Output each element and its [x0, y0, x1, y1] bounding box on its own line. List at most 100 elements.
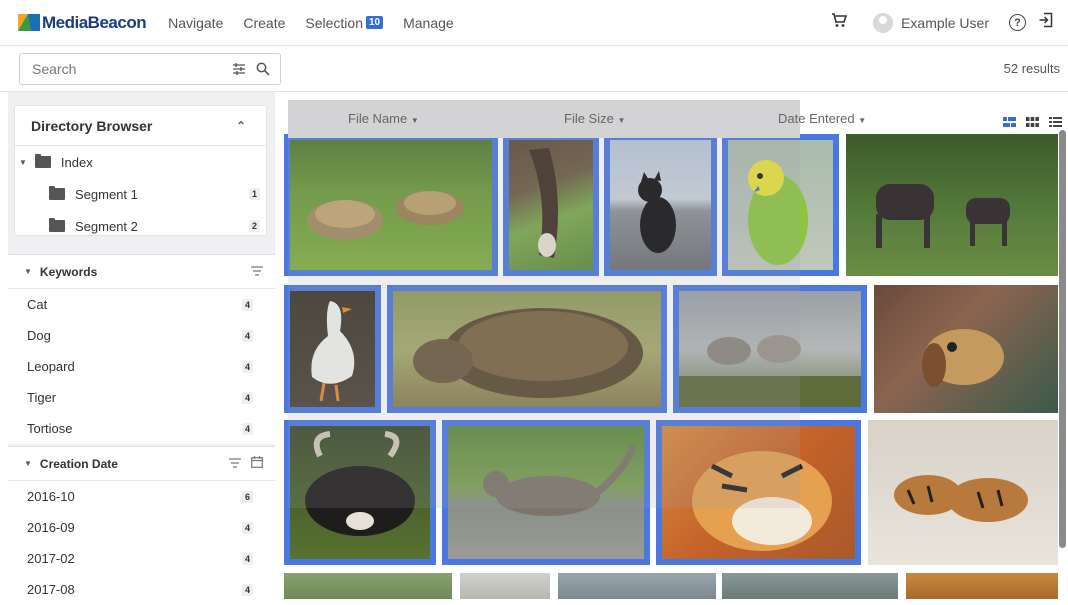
asset-thumbnail-row4-1[interactable]: [284, 573, 452, 599]
asset-thumbnail-tabby-cat[interactable]: [442, 420, 650, 565]
search-placeholder: Search: [32, 61, 77, 77]
count-badge: 2: [248, 220, 260, 232]
sort-file-size-label: File Size: [564, 111, 614, 126]
asset-thumbnail-black-cat[interactable]: [604, 134, 717, 276]
mediabeacon-logo[interactable]: MediaBeacon: [18, 12, 147, 33]
main-nav: Navigate Create Selection 10 Manage: [168, 15, 474, 31]
grid-view-icon[interactable]: [1026, 114, 1039, 132]
creation-date-title: Creation Date: [39, 456, 118, 471]
view-switcher: [1003, 114, 1062, 132]
date-item[interactable]: 2017-02 4: [8, 543, 275, 574]
count-badge: 6: [241, 490, 253, 503]
chevron-up-icon[interactable]: ⌃: [236, 119, 246, 133]
nav-selection-label: Selection: [305, 14, 363, 31]
caret-down-icon[interactable]: ▼: [24, 459, 32, 468]
asset-thumbnail-tortoise-close[interactable]: [387, 285, 667, 413]
date-label: 2017-02: [27, 551, 75, 566]
keyword-item[interactable]: Tiger 4: [8, 382, 275, 413]
search-row: Search 52 results: [0, 46, 1068, 92]
filter-lines-icon[interactable]: [229, 457, 241, 471]
masonry-view-icon[interactable]: [1003, 114, 1016, 132]
asset-thumbnail-wolves[interactable]: [673, 285, 867, 413]
sort-file-size[interactable]: File Size ▼: [564, 111, 625, 126]
count-badge: 4: [241, 391, 253, 404]
caret-down-icon[interactable]: ▼: [24, 267, 32, 276]
creation-date-panel: ▼ Creation Date 2016-10 6 2016-09 4 2017-0…: [8, 446, 275, 605]
asset-thumbnail-budgie[interactable]: [722, 134, 839, 276]
asset-thumbnail-goose[interactable]: [284, 285, 381, 413]
count-badge: 4: [241, 329, 253, 342]
count-badge: 4: [241, 583, 253, 596]
keyword-item[interactable]: Dog 4: [8, 320, 275, 351]
asset-thumbnail-tigers-snow[interactable]: [868, 420, 1058, 565]
asset-thumbnail-row4-2[interactable]: [460, 573, 550, 599]
creation-date-header[interactable]: ▼ Creation Date: [8, 447, 275, 481]
keywords-panel: ▼ Keywords Cat 4 Dog 4 Leopard 4 Tiger 4 Tor…: [8, 254, 275, 444]
selection-count-badge: 10: [365, 16, 384, 29]
keyword-item[interactable]: Leopard 4: [8, 351, 275, 382]
sort-date-entered[interactable]: Date Entered ▼: [778, 111, 866, 126]
nav-manage[interactable]: Manage: [403, 15, 454, 31]
cart-icon[interactable]: [831, 12, 848, 33]
asset-thumbnail-row4-5[interactable]: [906, 573, 1058, 599]
date-item[interactable]: 2016-10 6: [8, 481, 275, 512]
directory-browser-header[interactable]: Directory Browser ⌃: [15, 106, 266, 146]
user-name: Example User: [901, 14, 989, 31]
keyword-item[interactable]: Cat 4: [8, 289, 275, 320]
tree-item-label: Segment 2: [75, 218, 138, 234]
asset-thumbnail-dog[interactable]: [874, 285, 1058, 413]
asset-thumbnail-tiger-face[interactable]: [656, 420, 861, 565]
folder-icon: [49, 186, 65, 200]
date-label: 2016-10: [27, 489, 75, 504]
calendar-icon[interactable]: [251, 456, 263, 471]
logout-icon[interactable]: [1038, 12, 1054, 33]
keywords-header[interactable]: ▼ Keywords: [8, 255, 275, 289]
asset-thumbnail-squirrel[interactable]: [503, 134, 599, 276]
list-view-icon[interactable]: [1049, 114, 1062, 132]
filter-lines-icon[interactable]: [251, 265, 263, 279]
sort-date-entered-label: Date Entered: [778, 111, 855, 126]
tree-item-segment-2[interactable]: Segment 2 2: [15, 210, 266, 242]
search-input[interactable]: Search: [19, 53, 281, 85]
keyword-label: Tiger: [27, 390, 57, 405]
count-badge: 4: [241, 521, 253, 534]
asset-thumbnail-tortoises[interactable]: [284, 134, 498, 276]
count-badge: 4: [241, 360, 253, 373]
results-count: 52 results: [1003, 61, 1060, 76]
top-bar: MediaBeacon Navigate Create Selection 10…: [0, 0, 1068, 46]
asset-thumbnail-moose[interactable]: [846, 134, 1058, 276]
nav-selection[interactable]: Selection 10: [305, 14, 384, 31]
asset-grid: File Name ▼ File Size ▼ Date Entered ▼: [284, 92, 1068, 599]
nav-navigate[interactable]: Navigate: [168, 15, 223, 31]
help-icon[interactable]: ?: [1009, 14, 1026, 31]
user-menu[interactable]: Example User: [873, 12, 989, 33]
tree-item-label: Segment 1: [75, 186, 138, 202]
asset-thumbnail-row4-3[interactable]: [558, 573, 716, 599]
caret-down-icon: ▼: [617, 116, 626, 125]
date-label: 2016-09: [27, 520, 75, 535]
tree-item-segment-1[interactable]: Segment 1 1: [15, 178, 266, 210]
asset-thumbnail-yak[interactable]: [284, 420, 436, 565]
date-item[interactable]: 2016-09 4: [8, 512, 275, 543]
grid-scrollbar[interactable]: [1059, 130, 1066, 548]
keyword-label: Dog: [27, 328, 51, 343]
tree-item-index[interactable]: ▼ Index: [15, 146, 266, 178]
folder-icon: [34, 154, 51, 168]
count-badge: 4: [241, 422, 253, 435]
sort-file-name[interactable]: File Name ▼: [348, 111, 419, 126]
sidebar: Directory Browser ⌃ ▼ Index Segment 1 1 …: [8, 92, 275, 605]
logo-mark-icon: [18, 14, 40, 31]
search-icon[interactable]: [256, 62, 270, 76]
caret-down-icon: ▼: [410, 116, 419, 125]
nav-create[interactable]: Create: [243, 15, 285, 31]
date-item[interactable]: 2017-08 4: [8, 574, 275, 605]
asset-thumbnail-row4-4[interactable]: [722, 573, 898, 599]
caret-down-icon[interactable]: ▼: [19, 158, 27, 167]
keyword-item[interactable]: Tortiose 4: [8, 413, 275, 444]
keyword-label: Cat: [27, 297, 48, 312]
tree-item-label: Index: [60, 154, 93, 170]
keyword-label: Tortiose: [27, 421, 73, 436]
logo-wordmark: MediaBeacon: [42, 12, 147, 32]
filter-sliders-icon[interactable]: [232, 63, 246, 75]
count-badge: 4: [241, 298, 253, 311]
